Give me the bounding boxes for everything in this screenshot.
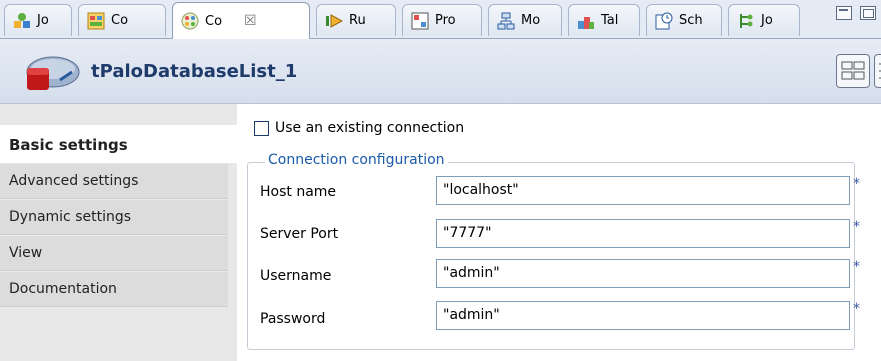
tab-label: Tal — [601, 13, 619, 28]
password-field[interactable]: "admin" — [436, 301, 850, 330]
host-name-field[interactable]: "localhost" — [436, 176, 850, 205]
tab-component[interactable]: Co ☒ — [172, 2, 310, 39]
required-marker: * — [853, 301, 860, 317]
server-port-label: Server Port — [260, 226, 339, 242]
run-icon — [326, 13, 343, 28]
job-icon — [14, 12, 30, 28]
required-marker: * — [853, 176, 860, 192]
tab-contexts[interactable]: Co — [78, 4, 166, 36]
jobscript-icon — [740, 13, 753, 28]
nav-item-documentation[interactable]: Documentation — [0, 272, 228, 307]
palo-database-icon — [26, 56, 80, 90]
nav-item-label: Basic settings — [9, 136, 128, 154]
tab-label: Sch — [679, 13, 703, 28]
layout-button[interactable] — [836, 54, 870, 88]
list-layout-button[interactable] — [874, 54, 881, 88]
nav-item-dynamic-settings[interactable]: Dynamic settings — [0, 200, 228, 235]
username-field[interactable]: "admin" — [436, 259, 850, 288]
checkbox-label: Use an existing connection — [275, 120, 465, 136]
required-marker: * — [853, 219, 860, 235]
tab-label: Ru — [349, 13, 366, 28]
nav-item-basic-settings[interactable]: Basic settings — [0, 125, 237, 163]
tab-jobscript[interactable]: Jo — [728, 4, 800, 36]
grid-layout-icon — [841, 61, 865, 80]
component-title-bar: tPaloDatabaseList_1 — [0, 39, 881, 104]
tab-label: Jo — [761, 13, 773, 28]
group-title: Connection configuration — [265, 152, 448, 168]
nav-item-advanced-settings[interactable]: Advanced settings — [0, 164, 228, 199]
list-layout-icon — [879, 63, 881, 79]
view-tab-bar: Jo Co Co ☒ Ru Pro Mo Tal Sch Jo — [0, 0, 881, 39]
tab-label: Co — [111, 13, 129, 28]
tab-label: Co — [205, 13, 223, 29]
maximize-icon — [863, 9, 874, 18]
talend-exchange-icon — [578, 16, 594, 29]
tab-talend-exchange[interactable]: Tal — [568, 4, 640, 36]
modules-icon — [497, 12, 515, 29]
tab-modules[interactable]: Mo — [488, 4, 562, 36]
nav-item-label: Dynamic settings — [9, 209, 132, 225]
tab-label: Mo — [521, 13, 541, 28]
component-title: tPaloDatabaseList_1 — [91, 61, 298, 82]
nav-item-view[interactable]: View — [0, 236, 228, 271]
tab-run[interactable]: Ru — [316, 4, 396, 36]
settings-nav: Basic settings Advanced settings Dynamic… — [0, 104, 237, 361]
tab-label: Jo — [37, 13, 49, 28]
maximize-button[interactable] — [860, 6, 876, 20]
minimize-icon — [839, 9, 848, 11]
username-label: Username — [260, 268, 332, 284]
tab-label: Pro — [435, 13, 456, 28]
nav-item-label: Documentation — [9, 281, 117, 297]
nav-item-label: View — [9, 245, 43, 261]
password-label: Password — [260, 311, 326, 327]
problems-icon — [411, 12, 429, 29]
required-marker: * — [853, 259, 860, 275]
scheduler-icon — [655, 12, 673, 29]
host-name-label: Host name — [260, 184, 337, 200]
tab-scheduler[interactable]: Sch — [646, 4, 722, 36]
nav-item-label: Advanced settings — [9, 173, 139, 189]
tab-problems[interactable]: Pro — [402, 4, 482, 36]
tab-job[interactable]: Jo — [4, 4, 72, 36]
server-port-field[interactable]: "7777" — [436, 219, 850, 248]
minimize-button[interactable] — [836, 6, 852, 20]
use-existing-connection-checkbox[interactable]: Use an existing connection — [254, 120, 464, 136]
checkbox-box[interactable] — [254, 120, 269, 136]
close-icon[interactable]: ☒ — [244, 13, 257, 29]
contexts-icon — [87, 12, 105, 29]
component-icon — [181, 12, 199, 30]
